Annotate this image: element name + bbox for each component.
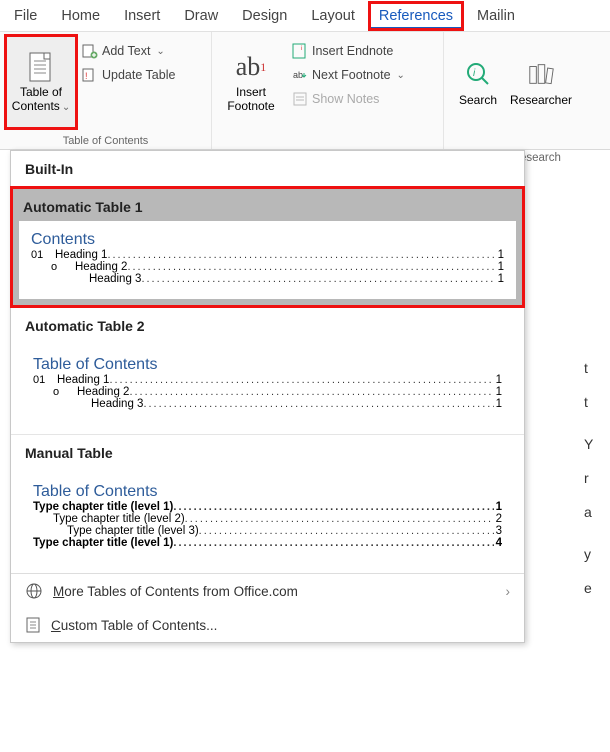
search-label: Search [459,93,497,107]
search-icon: i [464,57,492,91]
insert-footnote-button[interactable]: ab1 Insert Footnote [218,36,284,128]
researcher-label: Researcher [510,93,572,107]
table-row: Heading 3 1 [33,398,502,410]
table-row: 01 Heading 1 1 [33,374,502,386]
tab-file[interactable]: File [4,2,47,30]
insert-endnote-button[interactable]: i Insert Endnote [288,40,409,62]
tab-draw[interactable]: Draw [174,2,228,30]
ribbon: Table of Contents⌄ Add Text ⌄ ! Update T… [0,32,610,150]
table-row: Heading 3 1 [31,273,504,285]
globe-icon [25,582,43,600]
chevron-down-icon: ⌄ [156,46,164,57]
svg-text:i: i [473,68,476,79]
researcher-button[interactable]: Researcher [506,36,576,128]
menu-footer: More Tables of Contents from Office.com … [11,573,524,642]
auto1-toc-title: Contents [31,231,504,249]
update-icon: ! [82,67,98,83]
table-of-contents-button[interactable]: Table of Contents⌄ [6,36,76,128]
footnote-sup: 1 [260,60,266,74]
insert-endnote-label: Insert Endnote [312,44,393,58]
toc-gallery-menu: Built-In Automatic Table 1 Contents 01 H… [10,150,525,643]
show-notes-button[interactable]: Show Notes [288,88,409,110]
tab-home[interactable]: Home [51,2,110,30]
document-icon [27,50,55,84]
toc-label-2: Contents [12,99,60,113]
group-label-toc: Table of Contents [0,135,211,147]
table-row: 01 Heading 1 1 [31,249,504,261]
table-row: Type chapter title (level 1) 1 [33,501,502,513]
insert-footnote-label-1: Insert [236,85,266,99]
insert-footnote-label-2: Footnote [227,99,274,113]
tab-bar: File Home Insert Draw Design Layout Refe… [0,0,610,32]
search-button[interactable]: i Search [450,36,506,128]
builtin-header: Built-In [11,151,524,187]
gallery-manual-table[interactable]: Manual Table Table of Contents Type chap… [11,434,524,573]
table-row: o Heading 2 1 [31,261,504,273]
document-icon [25,616,41,634]
update-table-button[interactable]: ! Update Table [78,64,179,86]
add-text-label: Add Text [102,44,150,58]
more-toc-office-button[interactable]: More Tables of Contents from Office.com … [11,574,524,608]
gallery-automatic-table-2[interactable]: Automatic Table 2 Table of Contents 01 H… [11,307,524,434]
manual-toc-title: Table of Contents [33,483,502,501]
tab-design[interactable]: Design [232,2,297,30]
manual-title: Manual Table [11,434,524,467]
chevron-down-icon: ⌄ [397,70,405,81]
tab-references[interactable]: References [369,2,463,30]
svg-text:!: ! [85,71,88,81]
next-footnote-label: Next Footnote [312,68,391,82]
books-icon [527,57,555,91]
table-row: Type chapter title (level 1) 4 [33,537,502,549]
add-text-button[interactable]: Add Text ⌄ [78,40,179,62]
table-row: Type chapter title (level 2) 2 [33,513,502,525]
gallery-automatic-table-1[interactable]: Automatic Table 1 Contents 01 Heading 1 … [11,187,524,307]
endnote-icon: i [292,43,308,59]
group-label-research: esearch [520,152,561,164]
table-row: o Heading 2 1 [33,386,502,398]
auto2-title: Automatic Table 2 [11,307,524,340]
tab-insert[interactable]: Insert [114,2,170,30]
document-area: ttYraye [584,340,610,700]
show-notes-label: Show Notes [312,92,379,106]
next-footnote-icon: ab [292,67,308,83]
toc-label-1: Table of [20,85,62,99]
svg-text:ab: ab [293,70,303,80]
auto2-toc-title: Table of Contents [33,356,502,374]
footnote-ab: ab [236,52,261,81]
next-footnote-button[interactable]: ab Next Footnote ⌄ [288,64,409,86]
chevron-right-icon: › [506,584,511,599]
add-text-icon [82,43,98,59]
show-notes-icon [292,91,308,107]
chevron-down-icon: ⌄ [62,102,70,113]
tab-layout[interactable]: Layout [301,2,365,30]
update-table-label: Update Table [102,68,175,82]
tab-mailings[interactable]: Mailin [467,2,525,30]
svg-text:i: i [301,46,302,52]
auto1-title: Automatic Table 1 [19,193,516,221]
custom-toc-button[interactable]: Custom Table of Contents... [11,608,524,642]
table-row: Type chapter title (level 3) 3 [33,525,502,537]
